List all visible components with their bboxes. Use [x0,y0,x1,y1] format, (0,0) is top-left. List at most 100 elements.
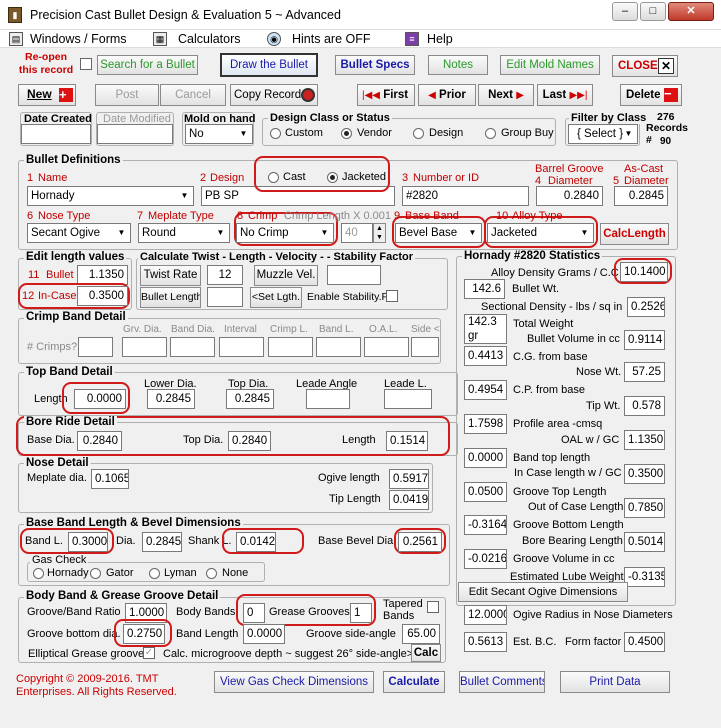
minimize-button[interactable]: – [612,2,638,21]
profile-area-field[interactable]: 1.7598 [464,414,507,434]
crimps-field[interactable] [78,337,113,357]
date-created-field[interactable] [21,124,91,144]
new-record-button[interactable]: New + [18,84,76,106]
bore-base-dia-field[interactable]: 0.2840 [77,431,122,451]
edit-secant-ogive-button[interactable]: Edit Secant Ogive Dimensions [458,582,628,602]
set-length-button[interactable]: <Set Lgth. [250,287,302,308]
groove-top-length-field[interactable]: 0.0500 [464,482,507,502]
alloy-density-field[interactable]: 10.1400 [620,262,668,282]
grease-grooves-field[interactable]: 1 [350,603,372,623]
number-field[interactable]: #2820 [402,186,529,206]
groove-bottom-length-field[interactable]: -0.3164 [464,515,507,535]
est-bc-field[interactable]: 0.5613 [464,632,507,652]
cp-field[interactable]: 0.4954 [464,380,507,400]
cast-radio[interactable] [268,172,279,183]
menu-windows-forms[interactable]: Windows / Forms [30,31,127,47]
oal-field[interactable] [364,337,409,357]
menu-help[interactable]: Help [427,31,453,47]
groove-side-angle-field[interactable]: 65.00 [402,624,440,644]
base-band-select[interactable]: Bevel Base ▼ [395,223,482,243]
bullet-wt-field[interactable]: 142.6 [464,279,505,299]
calc-microgroove-button[interactable]: Calc [411,644,441,662]
class-groupbuy-radio[interactable] [485,128,496,139]
leade-angle-field[interactable] [306,389,350,409]
last-record-button[interactable]: Last ▶▶| [537,84,593,106]
form-factor-field[interactable]: 0.4500 [624,632,665,652]
bore-length-field[interactable]: 0.1514 [386,431,428,451]
close-record-button[interactable]: CLOSE ✕ [612,55,678,77]
estimated-lube-weight-field[interactable]: -0.3135 [624,567,665,587]
leade-l-field[interactable] [384,389,432,409]
band-dia-field[interactable] [170,337,215,357]
alloy-type-select[interactable]: Jacketed ▼ [487,223,594,243]
in-case-field[interactable]: 0.3500 [77,286,128,306]
top-dia-field[interactable]: 0.2845 [226,389,274,409]
crimp-length-field[interactable]: 40 [341,223,373,243]
enable-stability-checkbox[interactable] [386,290,398,302]
maximize-button[interactable]: □ [640,2,666,21]
meplate-dia-field[interactable]: 0.1065 [91,469,129,489]
gas-check-lyman-radio[interactable] [149,568,160,579]
name-select[interactable]: Hornady ▼ [27,186,194,206]
base-bevel-dia-field[interactable]: 0.2561 [398,532,442,552]
bullet-length-field[interactable]: 1.1350 [77,265,128,285]
cg-field[interactable]: 0.4413 [464,346,507,366]
prior-record-button[interactable]: ◀ Prior [418,84,476,106]
cancel-button[interactable]: Cancel [160,84,226,106]
bullet-volume-field[interactable]: 0.9114 [624,330,665,350]
as-cast-field[interactable]: 0.2845 [614,186,668,206]
jacketed-radio[interactable] [327,172,338,183]
out-of-case-length-field[interactable]: 0.7850 [624,498,665,518]
shank-l-field[interactable]: 0.0142 [236,532,276,552]
draw-bullet-button[interactable]: Draw the Bullet [220,53,318,77]
side-field[interactable] [411,337,439,357]
crimp-l-field[interactable] [268,337,313,357]
calculate-button[interactable]: Calculate [383,671,445,693]
nose-wt-field[interactable]: 57.25 [624,362,665,382]
muzzle-vel-button[interactable]: Muzzle Vel. [254,265,318,286]
ogive-length-field[interactable]: 0.5917 [389,469,429,489]
band-length-field[interactable]: 0.0000 [243,624,285,644]
bullet-length-button[interactable]: Bullet Length [140,287,201,308]
top-band-length-field[interactable]: 0.0000 [74,389,126,409]
tip-wt-field[interactable]: 0.578 [624,396,665,416]
body-bands-field[interactable]: 0 [243,603,265,623]
crimp-band-l-field[interactable] [316,337,361,357]
gas-check-hornady-radio[interactable] [33,568,44,579]
notes-button[interactable]: Notes [428,55,488,75]
edit-mold-names-button[interactable]: Edit Mold Names [500,55,600,75]
twist-rate-button[interactable]: Twist Rate [140,265,201,286]
class-vendor-radio[interactable] [341,128,352,139]
elliptical-groove-checkbox[interactable]: ✓ [143,647,155,659]
class-design-radio[interactable] [413,128,424,139]
copy-record-button[interactable]: Copy Record [230,84,318,106]
twist-rate-field[interactable]: 12 [207,265,243,285]
bore-bearing-length-field[interactable]: 0.5014 [624,532,665,552]
groove-volume-field[interactable]: -0.0216 [464,549,507,569]
next-record-button[interactable]: Next ▶ [478,84,534,106]
twist-bullet-length-field[interactable] [207,287,243,307]
bullet-specs-button[interactable]: Bullet Specs [335,55,415,75]
lower-dia-field[interactable]: 0.2845 [147,389,195,409]
crimp-length-spinner[interactable]: ▲ ▼ [373,223,386,243]
date-modified-field[interactable] [97,124,173,144]
total-weight-field[interactable]: 142.3 gr [464,314,507,344]
sectional-density-field[interactable]: 0.2526 [627,297,665,317]
gas-check-none-radio[interactable] [206,568,217,579]
tapered-bands-checkbox[interactable] [427,601,439,613]
band-top-length-field[interactable]: 0.0000 [464,448,507,468]
ogive-radius-field[interactable]: 12.0000 [464,605,507,625]
bullet-comments-button[interactable]: Bullet Comments [459,671,545,693]
menu-hints[interactable]: Hints are OFF [292,31,371,47]
groove-bottom-dia-field[interactable]: 0.2750 [123,624,165,644]
bore-top-dia-field[interactable]: 0.2840 [228,431,271,451]
meplate-type-select[interactable]: Round ▼ [138,223,230,243]
barrel-groove-field[interactable]: 0.2840 [536,186,603,206]
post-button[interactable]: Post [95,84,159,106]
window-close-button[interactable]: ✕ [668,2,714,21]
search-checkbox[interactable] [80,58,92,70]
crimp-select[interactable]: No Crimp ▼ [236,223,334,243]
interval-field[interactable] [219,337,264,357]
in-case-gc-field[interactable]: 0.3500 [624,464,665,484]
tip-length-field[interactable]: 0.0419 [389,490,429,510]
